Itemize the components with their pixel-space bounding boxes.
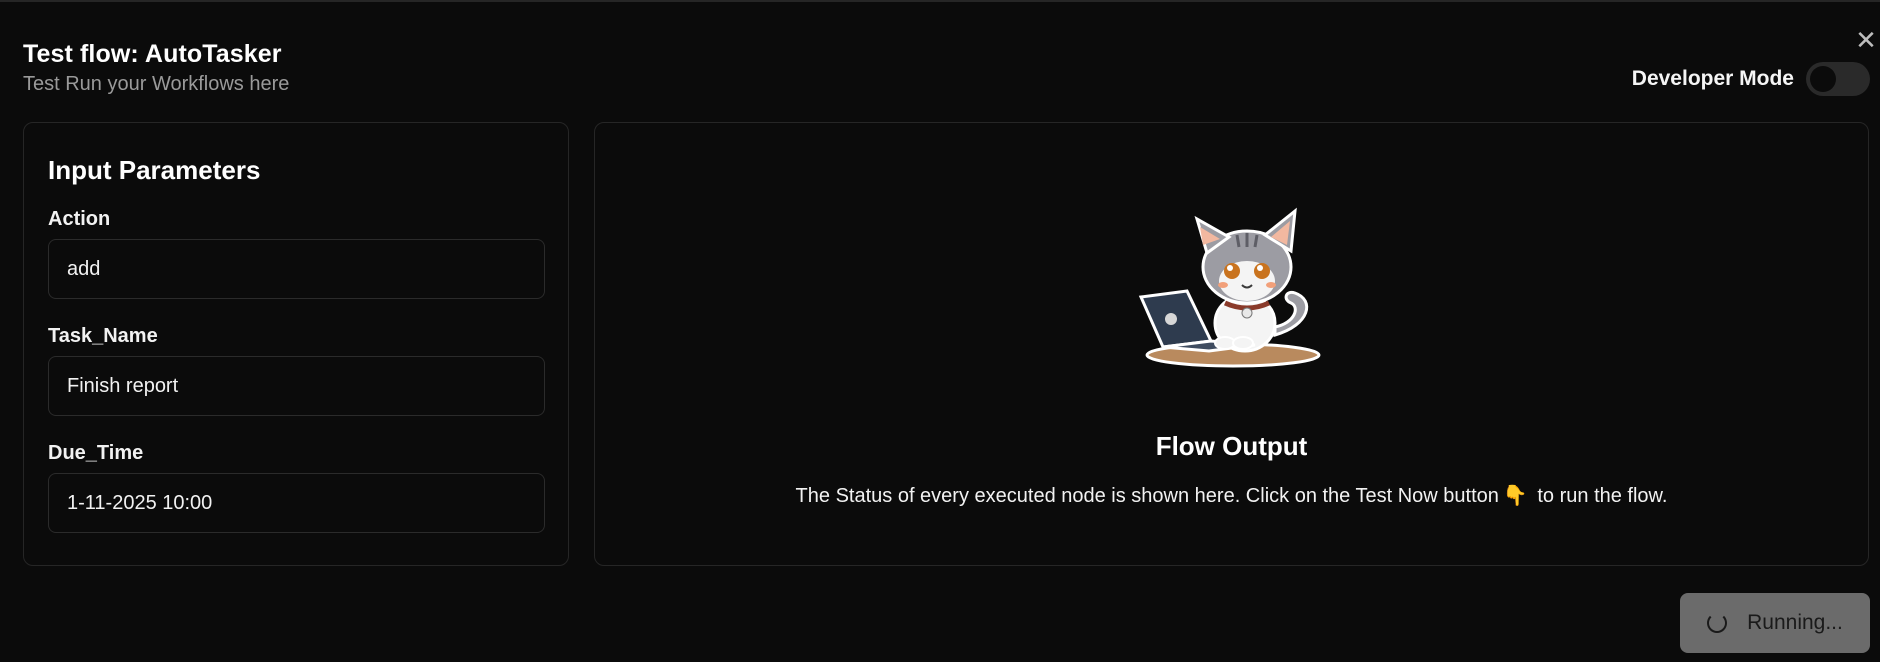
due-time-input[interactable] (48, 473, 545, 533)
flow-output-title: Flow Output (1155, 431, 1308, 461)
pointing-hand-icon: 👇 (1502, 485, 1528, 507)
close-icon[interactable]: ✕ (1852, 26, 1880, 54)
input-parameters-panel: Input Parameters Action Task_Name Due_Ti… (23, 122, 569, 566)
flow-output-description: The Status of every executed node is sho… (595, 483, 1868, 508)
cat-with-laptop-illustration (1138, 207, 1321, 368)
header: Test flow: AutoTasker Test Run your Work… (23, 40, 289, 96)
running-button-label: Running... (1747, 611, 1843, 634)
action-label: Action (48, 208, 111, 230)
flow-output-description-tail: to run the flow. (1531, 485, 1668, 507)
task-name-label: Task_Name (48, 325, 158, 347)
due-time-label: Due_Time (48, 442, 144, 464)
test-flow-modal: ✕ Test flow: AutoTasker Test Run your Wo… (0, 0, 1880, 662)
developer-mode-toggle[interactable] (1806, 62, 1870, 96)
action-input[interactable] (48, 239, 545, 299)
flow-output-description-text: The Status of every executed node is sho… (795, 485, 1499, 507)
input-parameters-title: Input Parameters (48, 155, 261, 185)
page-title: Test flow: AutoTasker (23, 40, 282, 68)
flow-output-panel: Flow Output The Status of every executed… (594, 122, 1869, 566)
developer-mode: Developer Mode (1632, 62, 1870, 96)
spinner-icon (1707, 613, 1728, 633)
developer-mode-label: Developer Mode (1631, 67, 1794, 90)
toggle-knob (1810, 66, 1836, 92)
page-subtitle: Test Run your Workflows here (23, 73, 290, 95)
task-name-input[interactable] (48, 356, 545, 416)
running-button[interactable]: Running... (1680, 593, 1870, 653)
